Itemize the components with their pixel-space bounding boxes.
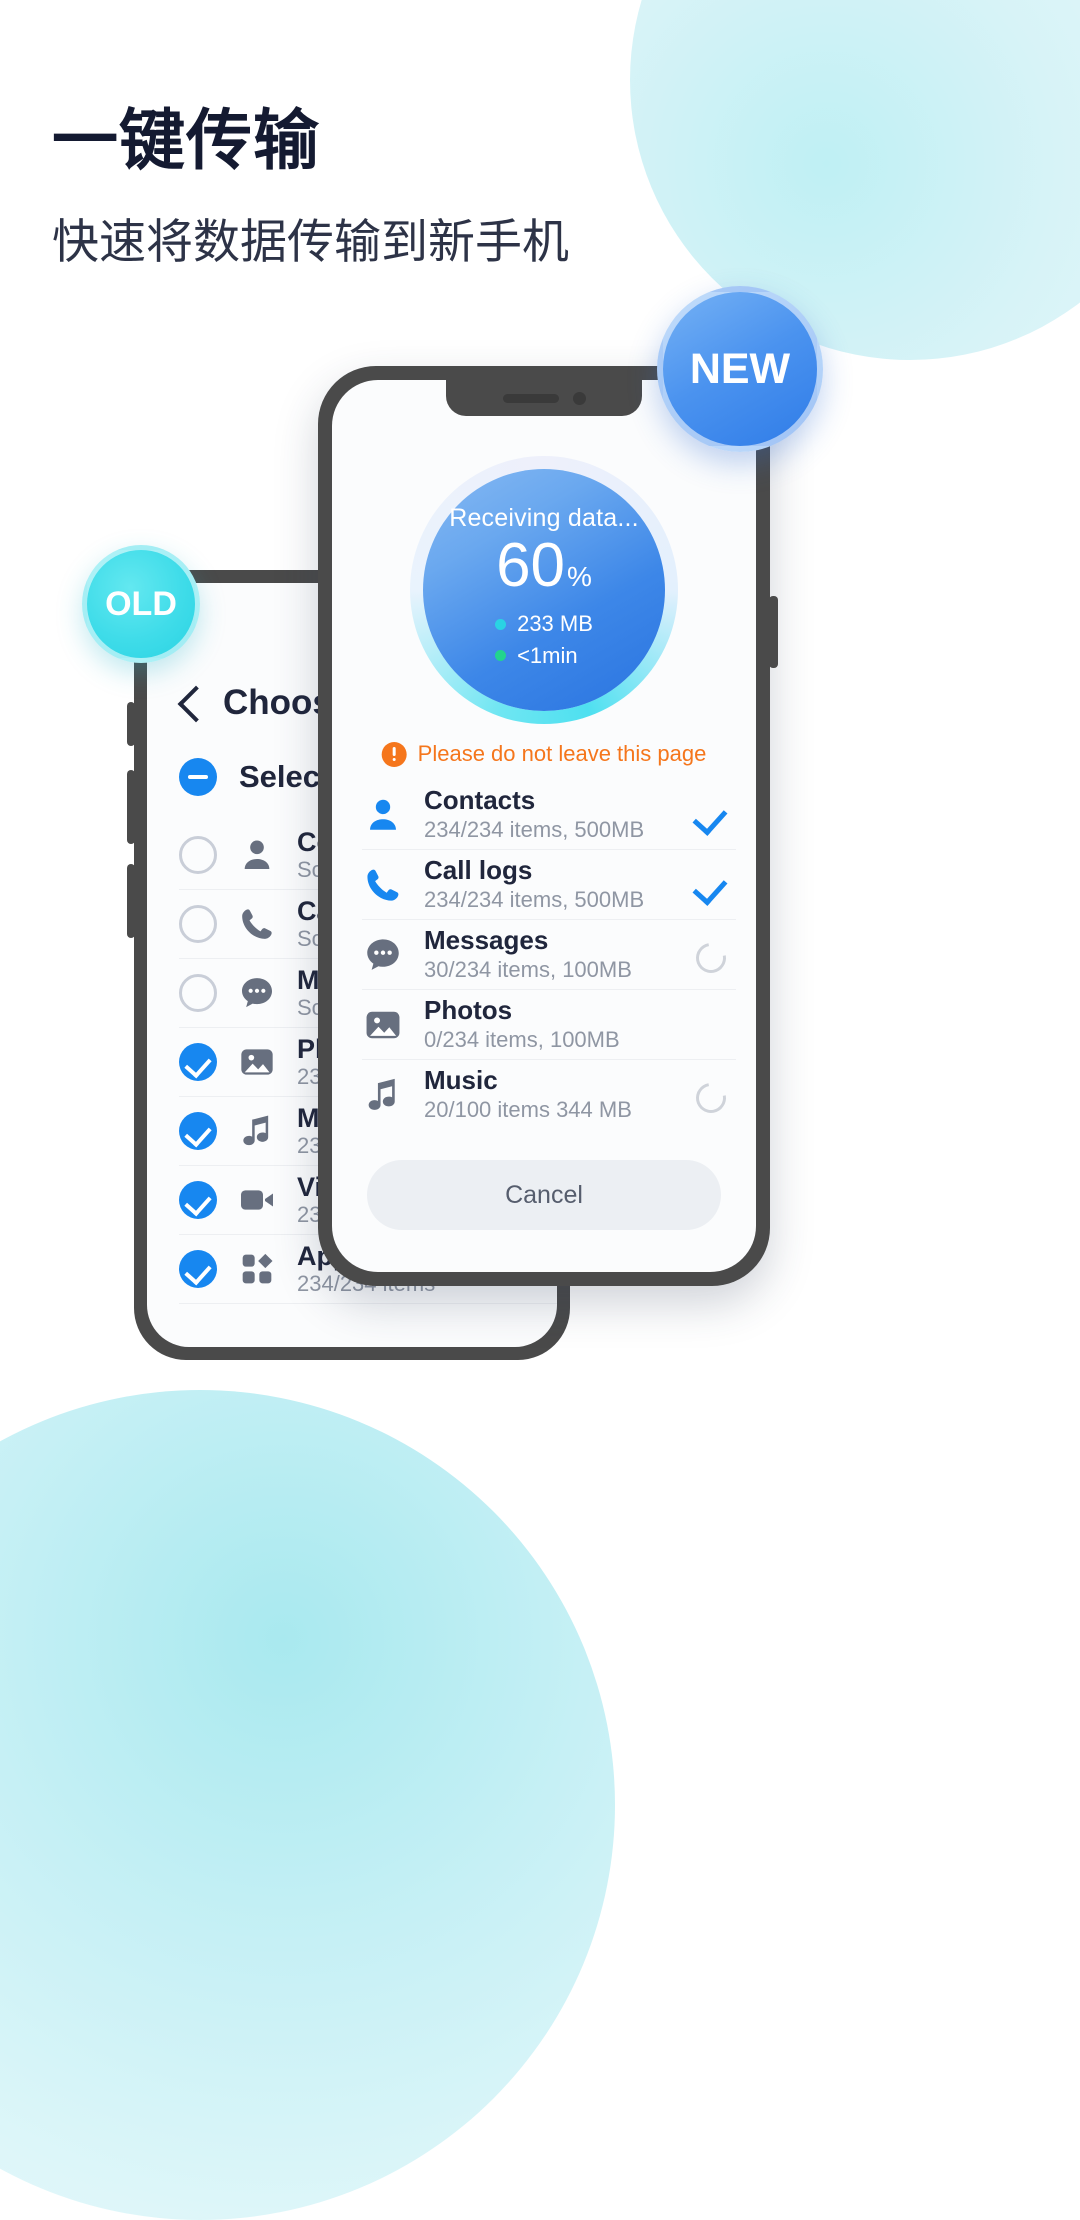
progress-size-stat: 233 MB <box>495 608 593 640</box>
item-name: Photos <box>424 994 513 1025</box>
item-name: Contacts <box>424 784 536 815</box>
progress-stats: 233 MB <1min <box>495 608 593 672</box>
message-icon <box>237 973 277 1013</box>
phone-notch <box>446 380 642 416</box>
decorative-blob-bottom-left <box>0 1390 615 2220</box>
transfer-list-item: Call logs 234/234 items, 500MB <box>362 850 736 920</box>
person-icon <box>237 835 277 875</box>
item-subtitle: 234/234 items, 500MB <box>424 886 645 912</box>
time-dot-icon <box>495 650 507 662</box>
transfer-list-item: Contacts 234/234 items, 500MB <box>362 780 736 850</box>
item-subtitle: 30/234 items, 100MB <box>424 956 632 982</box>
item-checkbox[interactable] <box>179 974 217 1012</box>
warning-text: Please do not leave this page <box>417 741 707 766</box>
progress-percent-symbol: % <box>567 561 592 593</box>
progress-time-value: <1min <box>517 643 578 668</box>
old-phone-volume-up-button <box>127 770 135 844</box>
new-phone-mockup: Receiving data... 60 % 233 MB <1min Plea… <box>318 366 778 1286</box>
new-phone-power-button <box>769 596 778 668</box>
apps-icon <box>237 1249 277 1289</box>
new-device-badge: NEW <box>657 286 823 452</box>
progress-time-stat: <1min <box>495 640 593 672</box>
music-icon <box>237 1111 277 1151</box>
spinner-icon <box>688 1075 728 1115</box>
progress-size-value: 233 MB <box>517 611 593 637</box>
warning-banner: Please do not leave this page <box>381 741 707 767</box>
item-subtitle: 234/234 items, 500MB <box>424 816 645 842</box>
page-title: 一键传输 <box>52 103 320 177</box>
page-subtitle: 快速将数据传输到新手机 <box>52 215 569 268</box>
earpiece-speaker <box>502 393 559 403</box>
message-icon <box>362 934 404 976</box>
status-placeholder <box>688 1005 728 1045</box>
select-all-checkbox[interactable] <box>179 758 217 796</box>
item-name: Messages <box>424 924 549 955</box>
progress-percent: 60 % <box>496 535 592 597</box>
person-icon <box>362 794 404 836</box>
item-subtitle: 20/100 items 344 MB <box>424 1097 632 1123</box>
item-subtitle: 0/234 items, 100MB <box>424 1026 620 1052</box>
front-camera-icon <box>572 391 586 405</box>
check-icon <box>688 795 728 835</box>
item-name: Music <box>424 1065 498 1096</box>
phone-icon <box>237 904 277 944</box>
item-name: Call logs <box>424 854 533 885</box>
item-checkbox[interactable] <box>179 905 217 943</box>
spinner-icon <box>688 935 728 975</box>
progress-percent-value: 60 <box>496 531 566 601</box>
cancel-button[interactable]: Cancel <box>367 1160 721 1230</box>
photo-icon <box>362 1004 404 1046</box>
transfer-list-item: Music 20/100 items 344 MB <box>362 1060 736 1130</box>
old-phone-volume-down-button <box>127 864 135 938</box>
progress-status-label: Receiving data... <box>449 504 639 533</box>
old-phone-mute-button <box>127 702 135 746</box>
item-checkbox[interactable] <box>179 836 217 874</box>
exclamation-circle-icon <box>381 741 407 767</box>
check-icon <box>688 865 728 905</box>
item-checkbox[interactable] <box>179 1043 217 1081</box>
size-dot-icon <box>495 618 507 630</box>
item-checkbox[interactable] <box>179 1181 217 1219</box>
transfer-progress-widget: Receiving data... 60 % 233 MB <1min <box>410 456 678 724</box>
transfer-list-item: Photos 0/234 items, 100MB <box>362 990 736 1060</box>
old-device-badge: OLD <box>82 545 200 663</box>
new-phone-screen: Receiving data... 60 % 233 MB <1min Plea… <box>332 380 756 1272</box>
photo-icon <box>237 1042 277 1082</box>
video-icon <box>237 1180 277 1220</box>
transfer-item-list: Contacts 234/234 items, 500MB Call logs 234… <box>362 780 736 1130</box>
item-checkbox[interactable] <box>179 1250 217 1288</box>
chevron-left-icon[interactable] <box>179 684 201 722</box>
progress-circle: Receiving data... 60 % 233 MB <1min <box>423 469 665 711</box>
item-checkbox[interactable] <box>179 1112 217 1150</box>
music-icon <box>362 1074 404 1116</box>
phone-icon <box>362 864 404 906</box>
transfer-list-item: Messages 30/234 items, 100MB <box>362 920 736 990</box>
